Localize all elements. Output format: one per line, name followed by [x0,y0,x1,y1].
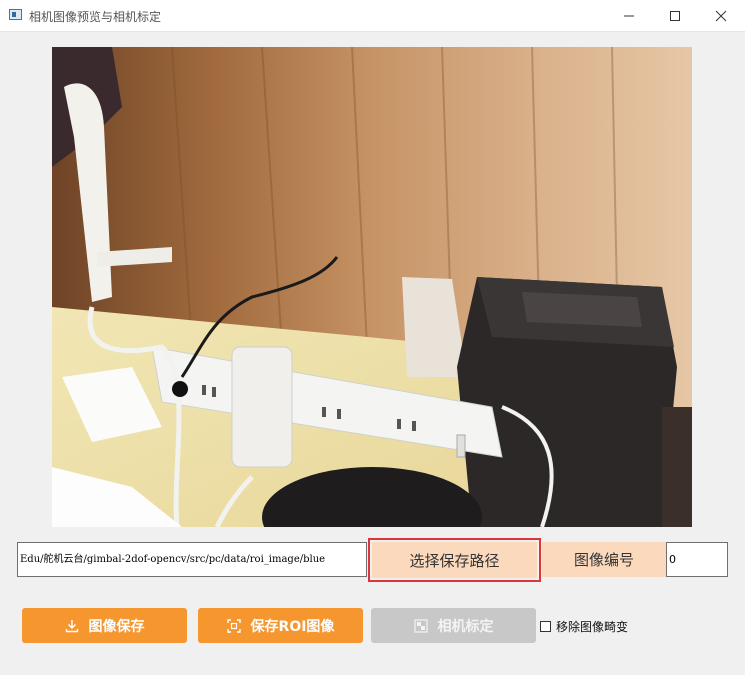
undistort-checkbox-row[interactable]: 移除图像畸变 [540,618,628,635]
crop-focus-icon [226,618,241,633]
minimize-icon [624,15,634,16]
window-title: 相机图像预览与相机标定 [29,10,162,24]
camera-frame-image [52,47,692,527]
app-icon [9,9,22,20]
camera-preview [52,47,692,527]
save-image-label: 图像保存 [88,618,145,635]
undistort-label: 移除图像畸变 [556,620,629,634]
image-number-label: 图像编号 [542,542,666,577]
undistort-checkbox[interactable] [540,621,551,632]
save-roi-label: 保存ROI图像 [250,618,335,635]
chessboard-icon [413,618,428,633]
download-icon [65,619,79,633]
maximize-icon [670,10,680,21]
maximize-button[interactable] [652,0,698,31]
calibrate-camera-label: 相机标定 [437,618,494,635]
choose-save-path-button[interactable]: 选择保存路径 [368,538,541,582]
save-image-button[interactable]: 图像保存 [22,608,187,643]
image-number-input[interactable]: 0 [666,542,728,577]
minimize-button[interactable] [606,0,652,31]
choose-save-path-label: 选择保存路径 [372,542,537,578]
save-path-input[interactable]: Edu/舵机云台/gimbal-2dof-opencv/src/pc/data/… [17,542,367,577]
title-bar: 相机图像预览与相机标定 [0,0,745,32]
close-button[interactable] [698,0,744,31]
close-icon [715,10,727,21]
calibrate-camera-button[interactable]: 相机标定 [371,608,536,643]
save-roi-button[interactable]: 保存ROI图像 [198,608,363,643]
